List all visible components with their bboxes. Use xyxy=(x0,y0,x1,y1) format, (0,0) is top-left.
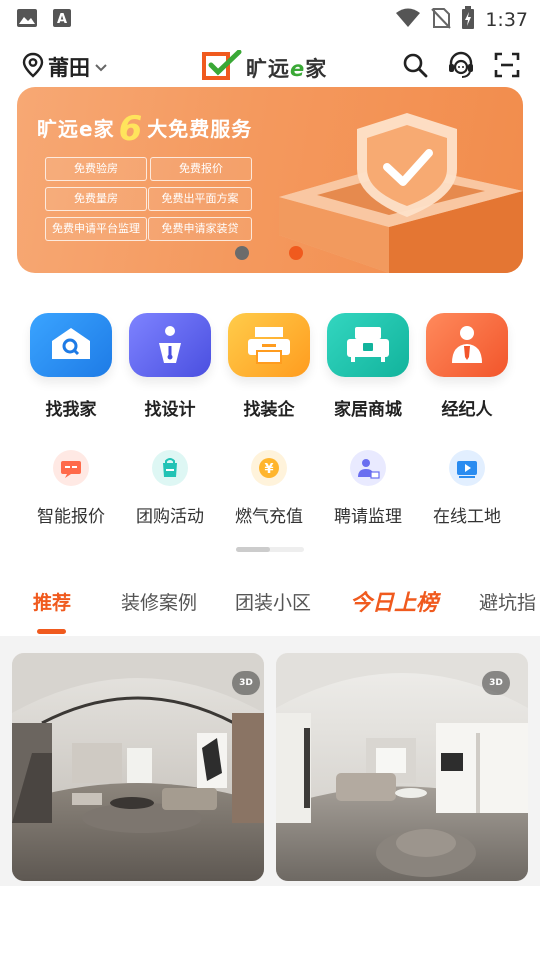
wifi-icon xyxy=(395,8,421,32)
nav-label: 智能报价 xyxy=(37,507,105,527)
nav-scroll-indicator xyxy=(236,547,304,552)
banner-title: 旷远e家 6 大免费服务 xyxy=(37,109,253,149)
3d-badge: 3D xyxy=(232,671,260,695)
nav-agent[interactable]: 经纪人 xyxy=(417,313,517,420)
gas-yuan-coin-icon: ¥ xyxy=(251,450,287,486)
banner-chip: 免费出平面方案 xyxy=(148,187,252,211)
tab-today-ranking[interactable]: 今日上榜 xyxy=(350,585,438,617)
logo-text-a: 旷远 xyxy=(246,57,290,81)
nav-label: 燃气充值 xyxy=(235,507,303,527)
nav-label: 找装企 xyxy=(243,400,295,420)
tab-recommend[interactable]: 推荐 xyxy=(33,588,71,615)
chevron-down-icon xyxy=(94,58,108,77)
nav-find-my-home[interactable]: 找我家 xyxy=(21,313,121,420)
printer-company-icon xyxy=(228,313,310,377)
supervisor-person-icon xyxy=(350,450,386,486)
nav-label: 家居商城 xyxy=(334,400,402,420)
a-icon: A xyxy=(52,8,72,32)
nav-home-mall[interactable]: 家居商城 xyxy=(318,313,418,420)
nav-find-design[interactable]: 找设计 xyxy=(120,313,220,420)
logo-check-icon xyxy=(202,49,242,86)
nav-label: 找设计 xyxy=(144,400,196,420)
location-label: 莆田 xyxy=(48,56,90,80)
brand-logo: 旷远e家 xyxy=(202,49,328,86)
pagination-dot-active[interactable] xyxy=(289,246,303,260)
nav-label: 找我家 xyxy=(45,400,97,420)
quote-chat-icon xyxy=(53,450,89,486)
promo-banner[interactable]: 旷远e家 6 大免费服务 免费验房 免费报价 免费量房 免费出平面方案 免费申请平台… xyxy=(17,87,523,273)
battery-charging-icon xyxy=(461,6,475,34)
tab-cases[interactable]: 装修案例 xyxy=(121,588,197,615)
pagination-dot[interactable] xyxy=(235,246,249,260)
agent-person-icon xyxy=(426,313,508,377)
nav-smart-quote[interactable]: 智能报价 xyxy=(21,450,121,527)
nav-live-site[interactable]: 在线工地 xyxy=(417,450,517,527)
nav-scroll-indicator-thumb xyxy=(236,547,270,552)
scan-icon[interactable] xyxy=(494,52,520,82)
feed-tabs: 推荐 装修案例 团装小区 今日上榜 避坑指 xyxy=(0,578,540,634)
no-sim-icon xyxy=(431,7,452,33)
house-search-icon xyxy=(30,313,112,377)
logo-text-b: 家 xyxy=(305,57,328,81)
app-header: 莆田 旷远e家 xyxy=(0,44,540,88)
status-bar: A 1:37 xyxy=(0,0,540,36)
nav-label: 在线工地 xyxy=(433,507,501,527)
bottom-blank-area xyxy=(0,886,540,960)
nav-find-company[interactable]: 找装企 xyxy=(219,313,319,420)
banner-chip: 免费申请家装贷 xyxy=(148,217,252,241)
secondary-nav-grid: 智能报价 团购活动 ¥ 燃气充值 聘请监理 在线工地 xyxy=(0,450,540,530)
logo-text-e: e xyxy=(290,57,306,81)
nav-label: 聘请监理 xyxy=(334,507,402,527)
location-pin-icon xyxy=(22,52,44,82)
image-icon xyxy=(16,8,38,32)
panorama-card[interactable]: 3D xyxy=(12,653,264,881)
banner-pagination xyxy=(235,246,303,260)
banner-chip: 免费申请平台监理 xyxy=(45,217,147,241)
panorama-living-room-image xyxy=(12,653,264,881)
customer-service-icon[interactable] xyxy=(446,50,476,84)
nav-group-buy[interactable]: 团购活动 xyxy=(120,450,220,527)
svg-text:A: A xyxy=(57,12,67,27)
location-selector[interactable]: 莆田 xyxy=(22,52,108,82)
svg-text:¥: ¥ xyxy=(264,462,273,477)
nav-label: 团购活动 xyxy=(136,507,204,527)
nav-label: 经纪人 xyxy=(441,400,493,420)
banner-chip: 免费验房 xyxy=(45,157,147,181)
primary-nav-grid: 找我家 找设计 找装企 家居商城 经纪人 xyxy=(0,313,540,423)
feed-section: 3D 3D xyxy=(0,636,540,886)
sofa-mall-icon xyxy=(327,313,409,377)
live-site-video-icon xyxy=(449,450,485,486)
status-time: 1:37 xyxy=(485,9,528,31)
banner-chip: 免费报价 xyxy=(150,157,252,181)
nav-gas-recharge[interactable]: ¥ 燃气充值 xyxy=(219,450,319,527)
tab-pitfalls[interactable]: 避坑指 xyxy=(479,588,536,615)
tab-communities[interactable]: 团装小区 xyxy=(235,588,311,615)
group-buy-bag-icon xyxy=(152,450,188,486)
nav-hire-supervisor[interactable]: 聘请监理 xyxy=(318,450,418,527)
banner-chip: 免费量房 xyxy=(45,187,147,211)
designer-pen-icon xyxy=(129,313,211,377)
active-tab-indicator xyxy=(37,629,66,634)
panorama-card[interactable]: 3D xyxy=(276,653,528,881)
3d-badge: 3D xyxy=(482,671,510,695)
search-icon[interactable] xyxy=(402,52,428,82)
